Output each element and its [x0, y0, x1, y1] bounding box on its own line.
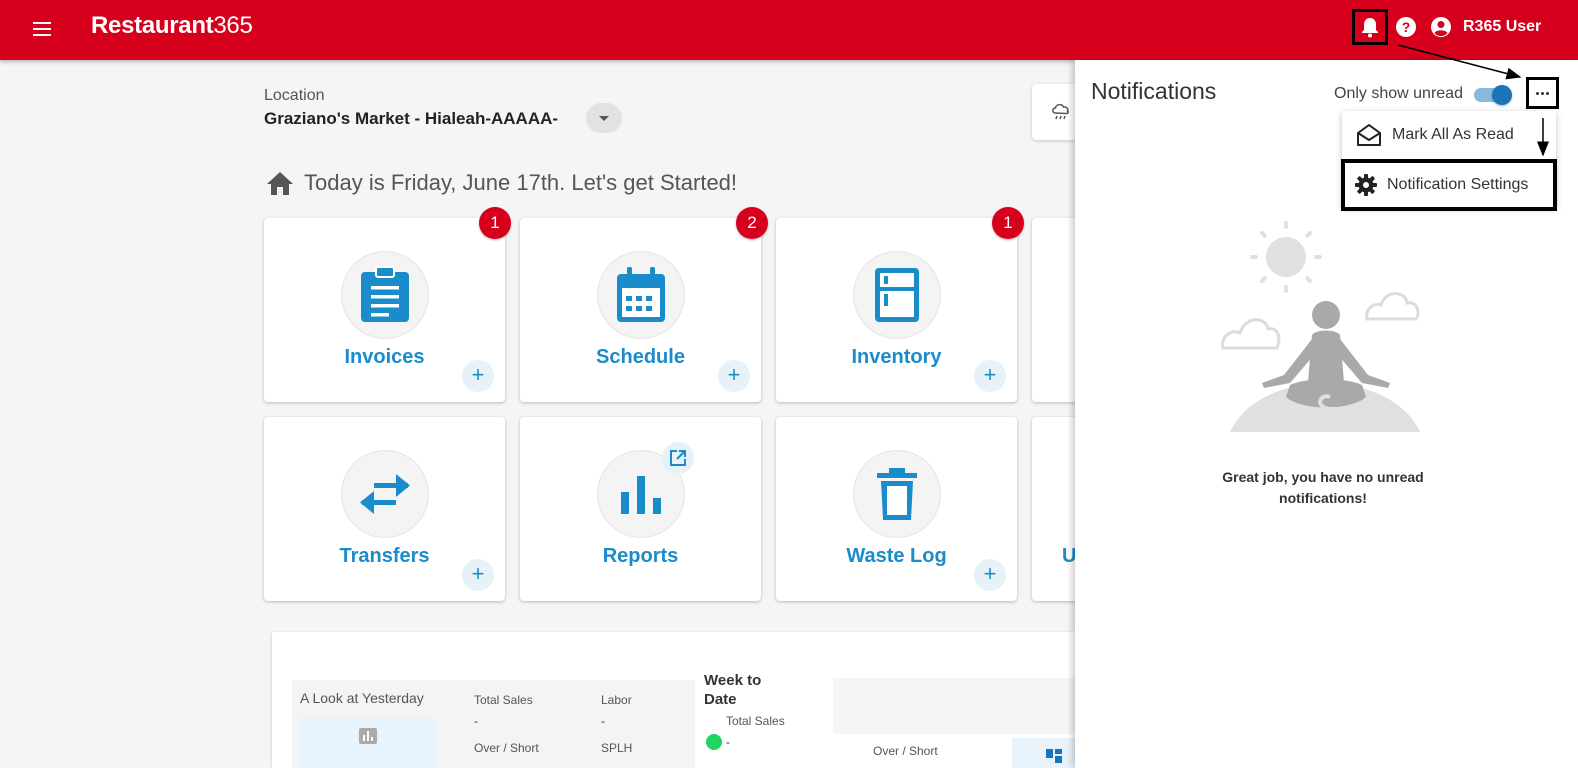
- hamburger-menu-icon[interactable]: [30, 18, 54, 42]
- add-inventory-button[interactable]: +: [974, 360, 1006, 392]
- over-short-label: Over / Short: [474, 741, 539, 755]
- transfers-icon-circle: [341, 450, 429, 538]
- tile-reports[interactable]: Reports: [520, 417, 761, 601]
- user-avatar-icon[interactable]: [1431, 17, 1451, 37]
- add-schedule-button[interactable]: +: [718, 360, 750, 392]
- user-name[interactable]: R365 User: [1463, 18, 1541, 36]
- menu-item-label: Notification Settings: [1387, 176, 1529, 193]
- tile-label: Reports: [602, 545, 679, 567]
- tile-waste-log[interactable]: Waste Log +: [776, 417, 1017, 601]
- clipboard-icon: [361, 266, 409, 322]
- invoices-count-badge: 1: [479, 207, 511, 239]
- greeting: Today is Friday, June 17th. Let's get St…: [266, 170, 737, 196]
- dashboard-view-button[interactable]: [1012, 738, 1082, 768]
- schedule-count-badge: 2: [736, 207, 768, 239]
- notifications-panel: Notifications Only show unread Mark All …: [1075, 60, 1578, 768]
- location-dropdown-button[interactable]: [586, 103, 622, 133]
- swap-arrows-icon: [360, 474, 410, 514]
- location-value: Graziano's Market - Hialeah-AAAAA-: [264, 109, 559, 128]
- notifications-bell-button[interactable]: [1352, 9, 1388, 45]
- dss-button[interactable]: [300, 718, 435, 768]
- refrigerator-icon: [875, 268, 919, 322]
- open-external-button[interactable]: [662, 442, 694, 474]
- help-icon[interactable]: ?: [1396, 17, 1416, 37]
- cloud-rain-icon: [1052, 103, 1069, 120]
- greeting-text: Today is Friday, June 17th. Let's get St…: [304, 170, 738, 195]
- empty-state-message: Great job, you have no unread notificati…: [1222, 469, 1424, 506]
- wtd-over-short-label: Over / Short: [873, 744, 938, 758]
- tile-invoices[interactable]: Invoices +: [264, 218, 505, 402]
- app-logo[interactable]: Restaurant365: [91, 12, 253, 40]
- schedule-icon-circle: [597, 251, 685, 339]
- more-dot-icon: [1536, 91, 1539, 95]
- only-unread-label: Only show unread: [1334, 85, 1463, 102]
- mark-all-read-menu-item[interactable]: Mark All As Read: [1342, 111, 1556, 159]
- wtd-total-sales-label: Total Sales: [726, 714, 785, 728]
- chart-icon: [359, 728, 377, 744]
- location-label: Location: [264, 87, 325, 104]
- notifications-title: Notifications: [1091, 78, 1217, 104]
- week-to-date-title: Week to Date: [704, 672, 762, 708]
- wtd-total-sales-value: -: [726, 735, 730, 749]
- bar-chart-icon: [621, 476, 661, 514]
- chart-placeholder: [833, 678, 1093, 734]
- more-options-button[interactable]: [1526, 77, 1559, 109]
- total-sales-label: Total Sales: [474, 693, 533, 707]
- trash-can-icon: [877, 468, 917, 520]
- tile-inventory[interactable]: Inventory +: [776, 218, 1017, 402]
- meditation-illustration: [1221, 221, 1420, 432]
- more-dot-icon: [1541, 91, 1544, 95]
- more-dot-icon: [1546, 91, 1549, 95]
- options-menu: Mark All As Read Notification Settings: [1341, 111, 1557, 211]
- invoices-icon-circle: [341, 251, 429, 339]
- status-dot: [706, 734, 722, 750]
- external-link-icon: [670, 450, 686, 466]
- tile-transfers[interactable]: Transfers +: [264, 417, 505, 601]
- top-bar: Restaurant365 ? R365 User: [0, 0, 1578, 60]
- waste-log-icon-circle: [853, 450, 941, 538]
- yesterday-title: A Look at Yesterday: [300, 690, 424, 706]
- dashboard-icon: [1046, 749, 1062, 763]
- tile-schedule[interactable]: Schedule +: [520, 218, 761, 402]
- calendar-icon: [617, 267, 665, 322]
- total-sales-value: -: [474, 714, 478, 728]
- splh-label: SPLH: [601, 741, 633, 755]
- only-unread-toggle[interactable]: [1474, 85, 1512, 105]
- toggle-thumb: [1492, 85, 1512, 105]
- gear-icon: [1355, 174, 1377, 196]
- labor-label: Labor: [601, 693, 632, 707]
- add-waste-log-button[interactable]: +: [974, 559, 1006, 591]
- add-transfer-button[interactable]: +: [462, 559, 494, 591]
- labor-value: -: [601, 714, 605, 728]
- inventory-count-badge: 1: [992, 207, 1024, 239]
- chevron-down-icon: [599, 115, 609, 121]
- inventory-icon-circle: [853, 251, 941, 339]
- envelope-open-icon: [1357, 124, 1381, 146]
- add-invoice-button[interactable]: +: [462, 360, 494, 392]
- home-icon: [267, 172, 293, 195]
- notification-settings-menu-item[interactable]: Notification Settings: [1341, 159, 1557, 211]
- bell-icon: [1362, 18, 1378, 38]
- menu-item-label: Mark All As Read: [1392, 126, 1514, 143]
